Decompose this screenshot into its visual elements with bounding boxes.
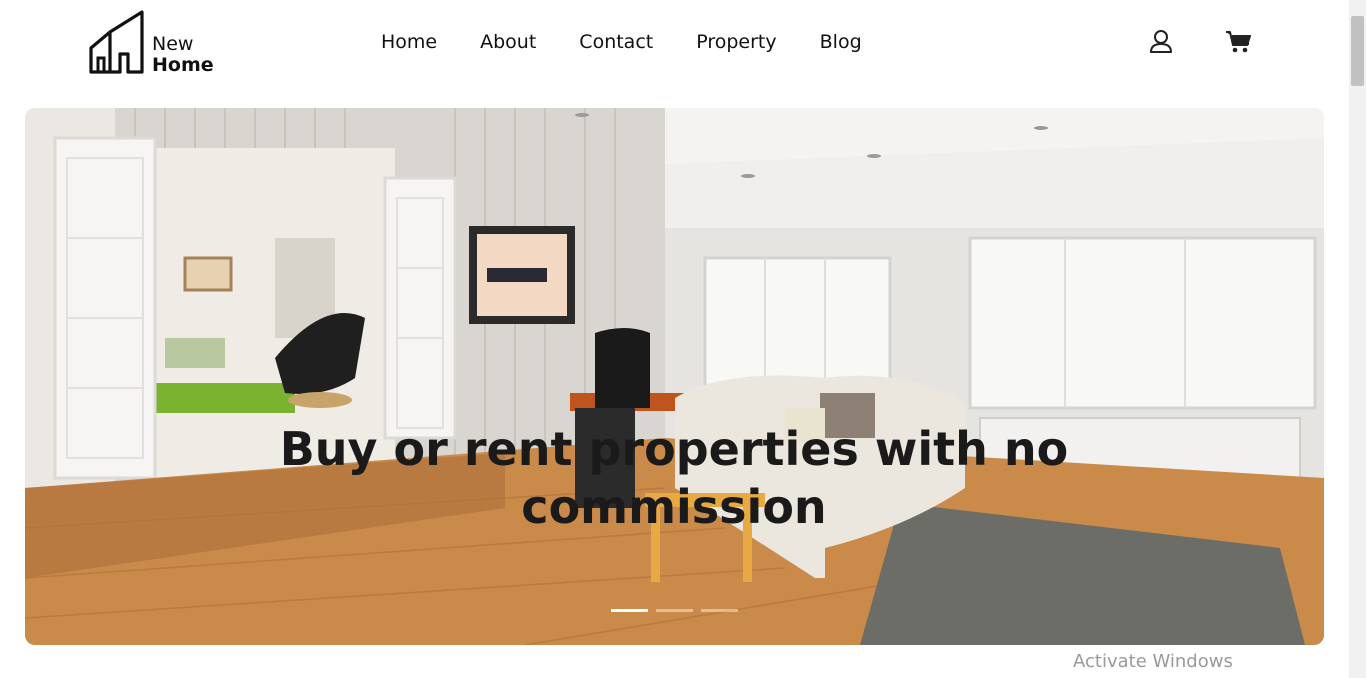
- cart-icon[interactable]: [1225, 29, 1251, 55]
- nav-home[interactable]: Home: [381, 28, 437, 56]
- nav-about[interactable]: About: [480, 28, 536, 56]
- nav-contact[interactable]: Contact: [579, 28, 653, 56]
- brand-name-line2: Home: [152, 54, 214, 76]
- activate-windows-watermark: Activate Windows: [1073, 651, 1233, 672]
- nav-blog[interactable]: Blog: [820, 28, 862, 56]
- brand-name-line1: New: [152, 33, 194, 55]
- carousel-indicators: [611, 609, 738, 612]
- hero-title: Buy or rent properties with no commissio…: [279, 422, 1069, 534]
- brand-logo[interactable]: New Home: [88, 10, 228, 76]
- carousel-dot-3[interactable]: [701, 609, 738, 612]
- user-icon[interactable]: [1148, 29, 1174, 55]
- hero-carousel[interactable]: Buy or rent properties with no commissio…: [25, 108, 1324, 645]
- carousel-dot-2[interactable]: [656, 609, 693, 612]
- living-room-image: [25, 108, 1324, 645]
- carousel-dot-1[interactable]: [611, 609, 648, 612]
- main-nav: Home About Contact Property Blog: [381, 28, 862, 56]
- site-header: New Home Home About Contact Property Blo…: [0, 0, 1349, 100]
- scrollbar-thumb[interactable]: [1351, 16, 1364, 86]
- nav-property[interactable]: Property: [696, 28, 776, 56]
- vertical-scrollbar[interactable]: [1349, 0, 1366, 678]
- house-logo-icon: [89, 10, 144, 74]
